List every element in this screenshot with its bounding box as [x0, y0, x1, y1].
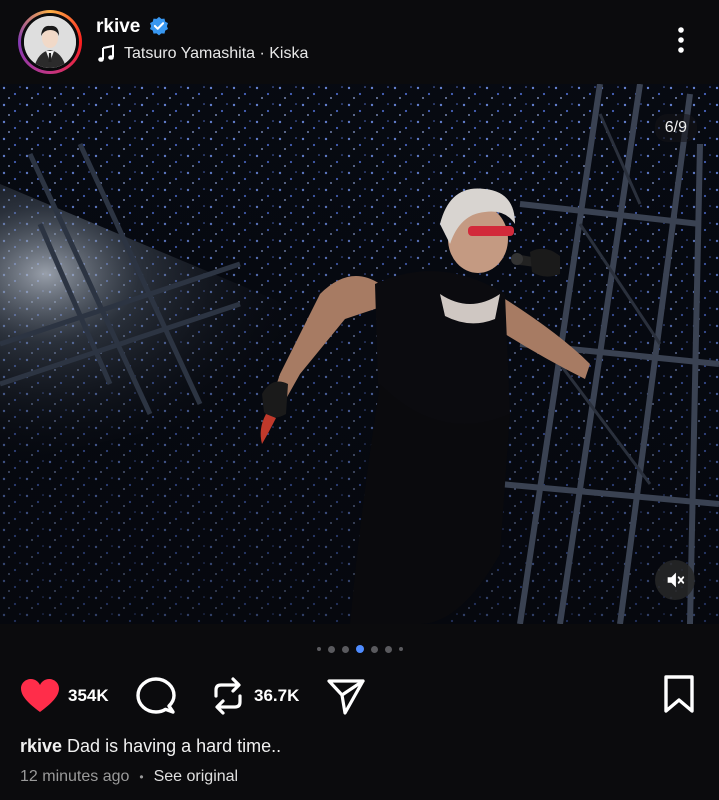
- repost-icon: [214, 677, 242, 715]
- caption-username[interactable]: rkive: [20, 736, 62, 756]
- carousel-dot: [316, 647, 321, 651]
- carousel-dot: [327, 645, 335, 653]
- post-photo[interactable]: 6/9: [0, 84, 719, 624]
- carousel-indicator: [0, 642, 719, 656]
- carousel-dot: [341, 645, 349, 653]
- post-actions: 354K 36.7K: [0, 672, 719, 720]
- repost-button[interactable]: 36.7K: [210, 676, 299, 716]
- caption-text: Dad is having a hard time..: [62, 736, 282, 756]
- post-timestamp: 12 minutes ago: [20, 768, 130, 785]
- see-original-link[interactable]: See original: [154, 768, 239, 786]
- comment-button[interactable]: [136, 676, 176, 716]
- mute-button[interactable]: [655, 560, 695, 600]
- comment-icon: [136, 677, 176, 714]
- meta-separator: •: [139, 770, 144, 784]
- post-header: rkive Tatsuro Yamashita · Kiska: [0, 0, 719, 84]
- bookmark-button[interactable]: [662, 674, 696, 714]
- repost-count[interactable]: 36.7K: [254, 686, 299, 706]
- share-button[interactable]: [326, 676, 366, 716]
- bookmark-icon: [664, 675, 694, 713]
- avatar[interactable]: [24, 16, 76, 68]
- song-label[interactable]: Tatsuro Yamashita · Kiska: [124, 45, 308, 63]
- like-button[interactable]: 354K: [20, 678, 109, 714]
- username[interactable]: rkive: [96, 16, 140, 38]
- concert-photo: [0, 84, 719, 624]
- carousel-dot: [398, 647, 403, 651]
- speaker-muted-icon: [667, 572, 685, 588]
- avatar-story-ring[interactable]: [18, 10, 82, 74]
- post-caption: rkive Dad is having a hard time..: [20, 736, 281, 757]
- carousel-dot: [384, 645, 392, 653]
- post-meta: 12 minutes ago • See original: [20, 768, 238, 786]
- music-note-icon: [98, 44, 114, 62]
- like-count[interactable]: 354K: [68, 686, 109, 706]
- verified-badge-icon: [150, 16, 168, 36]
- carousel-dot-active: [355, 645, 364, 653]
- send-icon: [327, 679, 365, 715]
- more-vertical-icon[interactable]: [668, 24, 694, 56]
- carousel-dot: [370, 645, 378, 653]
- heart-filled-icon: [21, 679, 59, 712]
- carousel-page-counter: 6/9: [654, 114, 697, 142]
